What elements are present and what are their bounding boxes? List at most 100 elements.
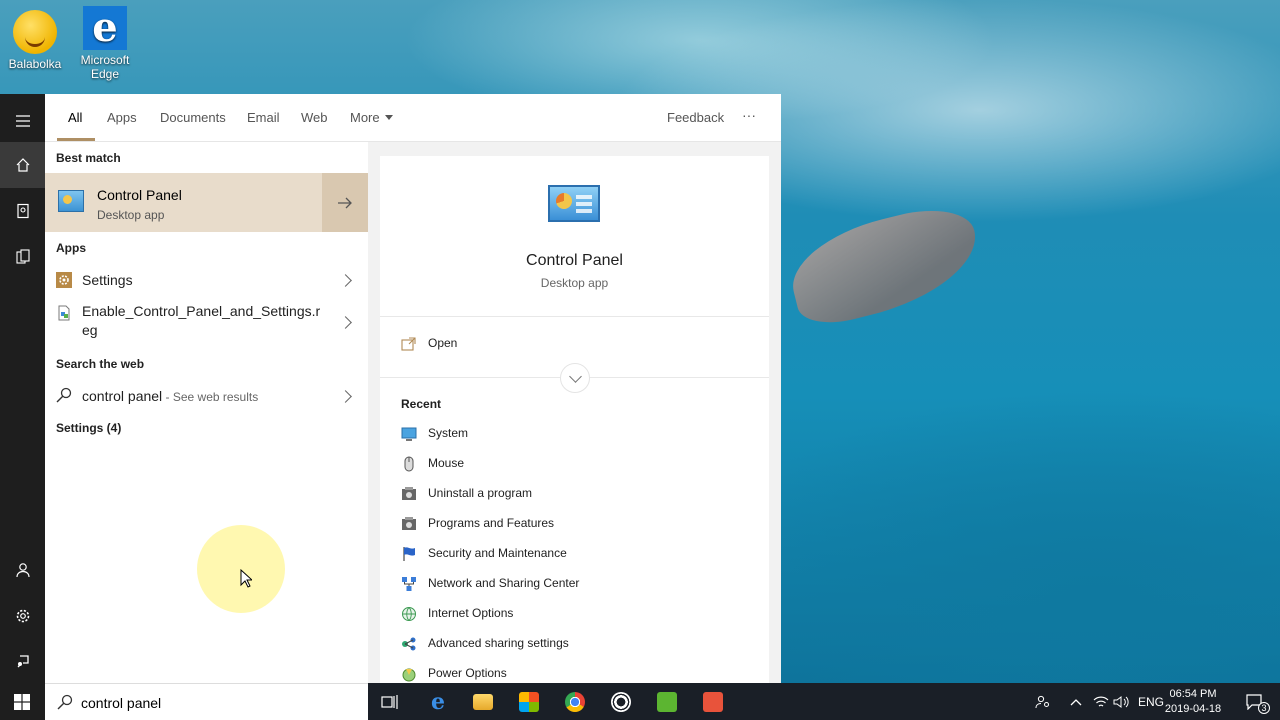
taskbar-search-box[interactable] [45,683,368,720]
settings-heading[interactable]: Settings (4) [56,421,121,435]
taskbar-camtasia-studio[interactable] [652,688,682,715]
open-label: Open [428,336,458,350]
search-icon [56,387,72,403]
system-icon [401,427,417,441]
control-panel-large-icon [548,185,600,222]
start-button[interactable] [0,683,45,720]
search-input[interactable] [81,692,351,714]
desktop-icon-label: Microsoft Edge [80,53,130,81]
recent-item-sharing[interactable]: Advanced sharing settings [401,635,701,655]
recent-item-label: Advanced sharing settings [428,636,569,650]
programs-icon [402,487,416,500]
desktop-icon-label: Balabolka [8,57,62,71]
gear-icon [16,609,29,623]
feedback-link[interactable]: Feedback [667,110,724,125]
expand-actions-button[interactable] [560,363,590,393]
result-reg-file[interactable]: Enable_Control_Panel_and_Settings.reg [45,298,368,342]
preview-title: Control Panel [526,252,623,269]
search-tabs: All Apps Documents Email Web More Feedba… [45,94,781,142]
taskbar-camtasia-recorder[interactable] [606,688,636,715]
people-button[interactable] [1028,688,1058,715]
recent-item-system[interactable]: System [401,425,701,445]
windows-logo-icon [14,694,30,710]
taskbar-store[interactable] [514,688,544,715]
notification-count: 3 [1258,702,1270,714]
taskbar-chrome[interactable] [560,688,590,715]
camtasia-red-icon [703,691,723,712]
recent-item-network[interactable]: Network and Sharing Center [401,575,701,595]
recent-item-programs-features[interactable]: Programs and Features [401,515,701,535]
taskbar: e ENG 06:54 PM 2019-04-18 3 [368,683,1280,720]
web-search-text: control panel - See web results [82,387,258,407]
user-icon [15,563,30,578]
feedback-hub-button[interactable] [0,638,45,684]
recent-item-mouse[interactable]: Mouse [401,455,701,475]
notebook-icon [16,203,29,219]
recent-item-label: Mouse [428,456,465,470]
chevron-right-icon [339,274,352,287]
tab-all[interactable]: All [68,110,82,125]
clock[interactable]: 06:54 PM 2019-04-18 [1158,687,1228,717]
divider [380,316,769,317]
documents-button[interactable] [0,234,45,280]
folder-icon [473,693,493,710]
feedback-icon [17,655,29,668]
taskbar-file-explorer[interactable] [468,688,498,715]
registry-file-icon [58,305,70,321]
taskbar-edge[interactable]: e [423,688,453,715]
control-panel-icon [58,190,84,212]
recent-item-label: Power Options [428,666,507,680]
action-center-button[interactable]: 3 [1240,688,1270,715]
settings-button[interactable] [0,593,45,639]
recent-item-internet-options[interactable]: Internet Options [401,605,701,625]
settings-app-icon [56,272,72,288]
taskbar-camtasia-editor[interactable] [698,688,728,715]
clock-time: 06:54 PM [1169,688,1217,700]
recent-item-power[interactable]: Power Options [401,665,701,685]
account-button[interactable] [0,547,45,593]
tab-email[interactable]: Email [247,110,280,125]
people-icon [1035,695,1049,708]
hamburger-menu-button[interactable] [0,98,45,144]
task-view-button[interactable] [375,688,405,715]
tab-web[interactable]: Web [301,110,328,125]
recent-item-label: Programs and Features [428,516,555,530]
speaker-icon [1113,695,1129,708]
start-left-rail [0,94,45,683]
search-web-heading: Search the web [56,357,145,371]
programs-icon [402,517,416,530]
web-query: control panel [82,388,163,404]
desktop-icon-balabolka[interactable]: Balabolka [0,10,70,71]
results-list: Best match Control Panel Desktop app App… [45,142,368,683]
sharing-icon [402,637,416,651]
desktop-icon-edge[interactable]: e Microsoft Edge [70,6,140,82]
recent-item-label: Network and Sharing Center [428,576,580,590]
more-options-button[interactable]: ··· [742,107,756,123]
result-settings[interactable]: Settings [45,264,368,296]
recent-item-uninstall[interactable]: Uninstall a program [401,485,701,505]
tab-documents[interactable]: Documents [160,110,226,125]
best-match-expand-button[interactable] [322,173,368,232]
volume-button[interactable] [1106,688,1136,715]
recorder-icon [611,691,631,712]
chevron-down-icon [384,115,393,120]
flag-icon [403,547,415,561]
power-icon [402,668,416,682]
best-match-heading: Best match [56,151,121,165]
tab-more[interactable]: More [350,110,393,125]
tab-apps[interactable]: Apps [107,110,137,125]
recent-item-label: Uninstall a program [428,486,533,500]
open-icon [401,337,416,351]
best-match-subtitle: Desktop app [97,208,165,222]
best-match-item[interactable]: Control Panel Desktop app [45,173,322,232]
result-web-search[interactable]: control panel - See web results [45,380,368,412]
clock-date: 2019-04-18 [1164,703,1222,715]
recent-heading: Recent [401,397,442,411]
preview-pane: Control Panel Desktop app Open Recent Sy… [380,156,769,683]
home-button[interactable] [0,142,45,188]
best-match-title: Control Panel [97,187,182,203]
result-reg-file-label: Enable_Control_Panel_and_Settings.reg [82,303,321,338]
notebook-button[interactable] [0,188,45,234]
open-action[interactable]: Open [401,335,601,355]
recent-item-security[interactable]: Security and Maintenance [401,545,701,565]
